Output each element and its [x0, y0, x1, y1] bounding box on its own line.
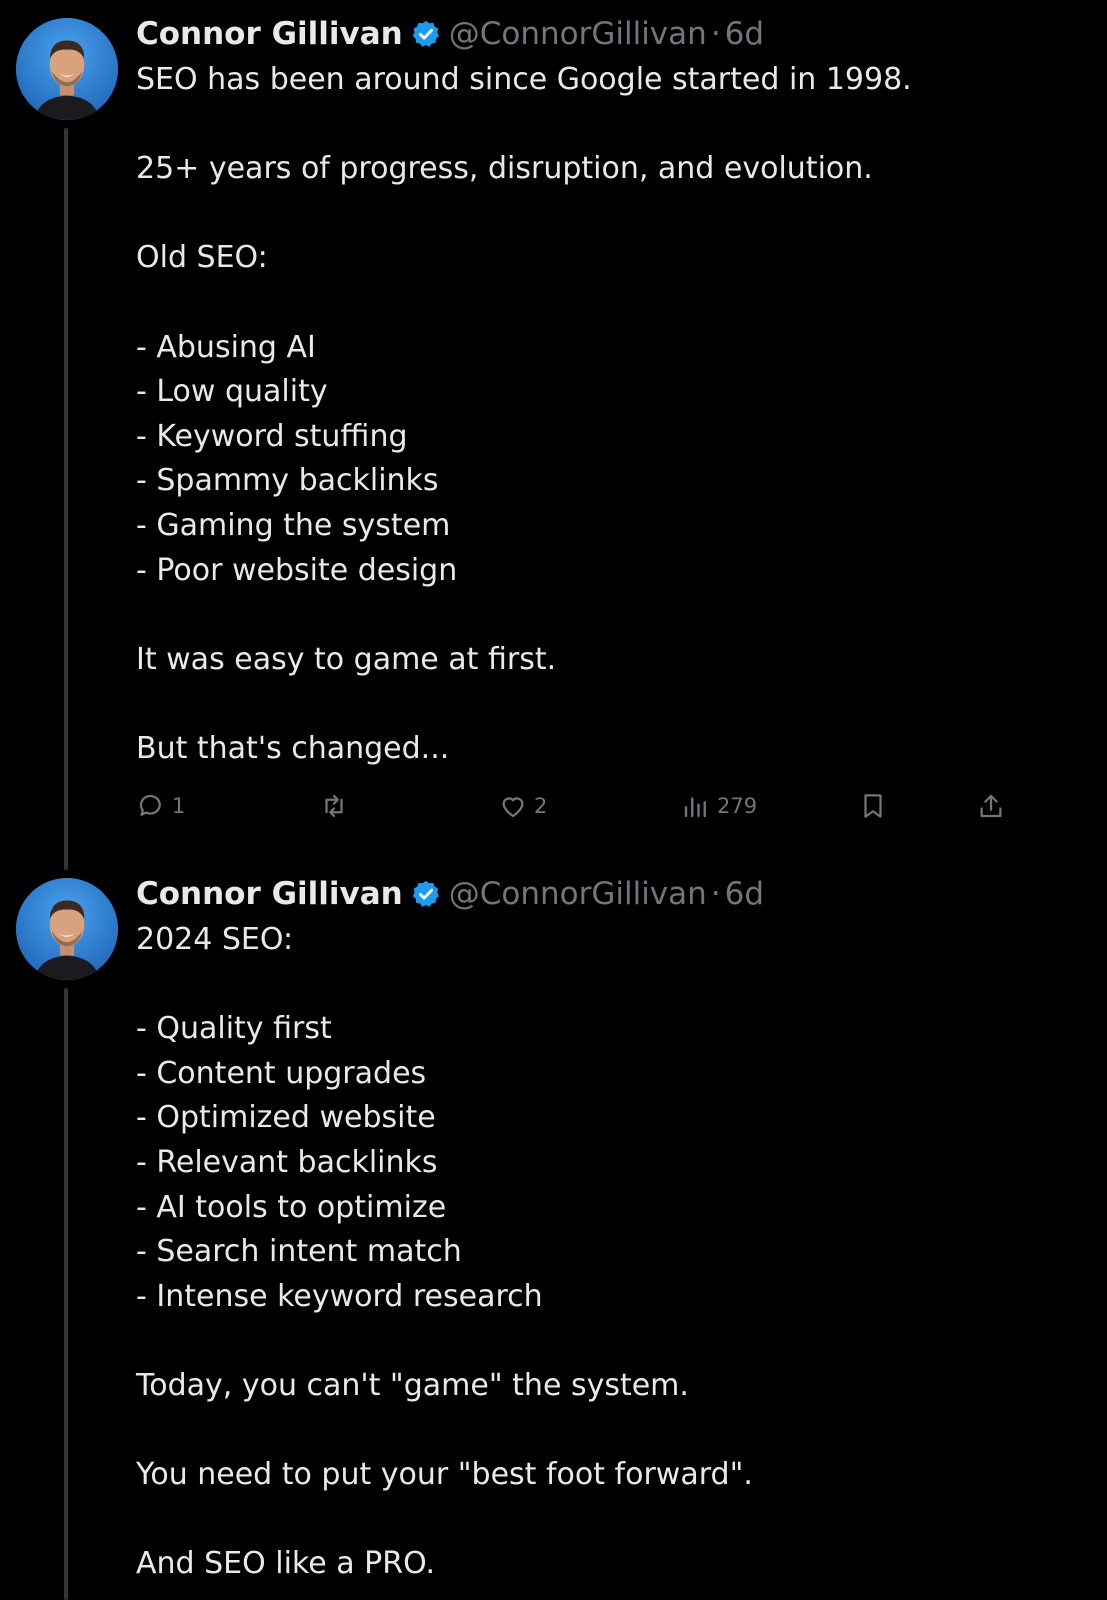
- text-line: [136, 593, 912, 638]
- text-line: - Optimized website: [136, 1100, 436, 1136]
- text-line: - Search intent match: [136, 1234, 462, 1270]
- tweet-header: Connor Gillivan @ConnorGillivan · 6d: [136, 14, 764, 54]
- views-button[interactable]: 279: [681, 786, 757, 826]
- tweet-text: SEO has been around since Google started…: [136, 58, 912, 772]
- text-line: But that's changed...: [136, 730, 450, 766]
- thread-connector-line: [64, 128, 68, 870]
- author-name[interactable]: Connor Gillivan: [136, 14, 403, 54]
- retweet-button[interactable]: [319, 786, 355, 826]
- author-handle[interactable]: @ConnorGillivan: [449, 874, 707, 914]
- text-line: [136, 281, 912, 326]
- separator-dot: ·: [710, 16, 721, 52]
- text-line: - Content upgrades: [136, 1055, 427, 1091]
- text-line: 2024 SEO:: [136, 922, 294, 957]
- text-line: 25+ years of progress, disruption, and e…: [136, 151, 873, 187]
- thread-connector-line: [64, 988, 68, 1600]
- text-line: - Spammy backlinks: [136, 463, 439, 499]
- tweet-actions: 1 2 279: [136, 786, 1026, 826]
- text-line: It was easy to game at first.: [136, 641, 557, 677]
- author-name[interactable]: Connor Gillivan: [136, 874, 403, 914]
- timestamp[interactable]: 6d: [725, 874, 764, 914]
- reply-count: 1: [172, 794, 186, 818]
- text-line: You need to put your "best foot forward"…: [136, 1457, 753, 1493]
- timestamp[interactable]: 6d: [725, 14, 764, 54]
- bookmark-button[interactable]: [858, 786, 888, 826]
- tweet-text: 2024 SEO: - Quality first - Content upgr…: [136, 918, 753, 1587]
- avatar-photo: [16, 878, 118, 980]
- verified-badge-icon[interactable]: [411, 879, 441, 909]
- text-line: [136, 682, 912, 727]
- text-line: [136, 192, 912, 237]
- heart-icon: [502, 797, 524, 818]
- text-line: [136, 103, 912, 148]
- text-line: - Relevant backlinks: [136, 1144, 438, 1180]
- text-line: Today, you can't "game" the system.: [136, 1367, 689, 1403]
- like-count: 2: [534, 794, 548, 818]
- text-line: [136, 963, 753, 1008]
- reply-icon: [139, 794, 161, 816]
- text-line: - Intense keyword research: [136, 1278, 543, 1314]
- like-button[interactable]: 2: [498, 786, 547, 826]
- text-line: - Quality first: [136, 1011, 332, 1047]
- avatar[interactable]: [16, 18, 118, 120]
- text-line: [136, 1409, 753, 1454]
- text-line: - Abusing AI: [136, 329, 316, 365]
- share-button[interactable]: [976, 786, 1006, 826]
- text-line: [136, 1498, 753, 1543]
- text-line: - Keyword stuffing: [136, 418, 408, 454]
- share-icon: [980, 794, 1002, 818]
- verified-badge-icon[interactable]: [411, 19, 441, 49]
- tweet-header: Connor Gillivan @ConnorGillivan · 6d: [136, 874, 764, 914]
- text-line: Old SEO:: [136, 240, 268, 276]
- avatar[interactable]: [16, 878, 118, 980]
- reply-button[interactable]: 1: [136, 786, 185, 826]
- views-chart-icon: [684, 797, 706, 818]
- author-handle[interactable]: @ConnorGillivan: [449, 14, 707, 54]
- view-count: 279: [717, 794, 758, 818]
- text-line: - Gaming the system: [136, 507, 451, 543]
- text-line: - AI tools to optimize: [136, 1189, 447, 1225]
- retweet-icon: [325, 794, 343, 818]
- text-line: - Low quality: [136, 374, 328, 410]
- text-line: SEO has been around since Google started…: [136, 62, 912, 97]
- text-line: [136, 1319, 753, 1364]
- bookmark-icon: [864, 794, 882, 818]
- separator-dot: ·: [710, 876, 721, 912]
- text-line: And SEO like a PRO.: [136, 1546, 436, 1582]
- avatar-photo: [16, 18, 118, 120]
- text-line: - Poor website design: [136, 552, 458, 588]
